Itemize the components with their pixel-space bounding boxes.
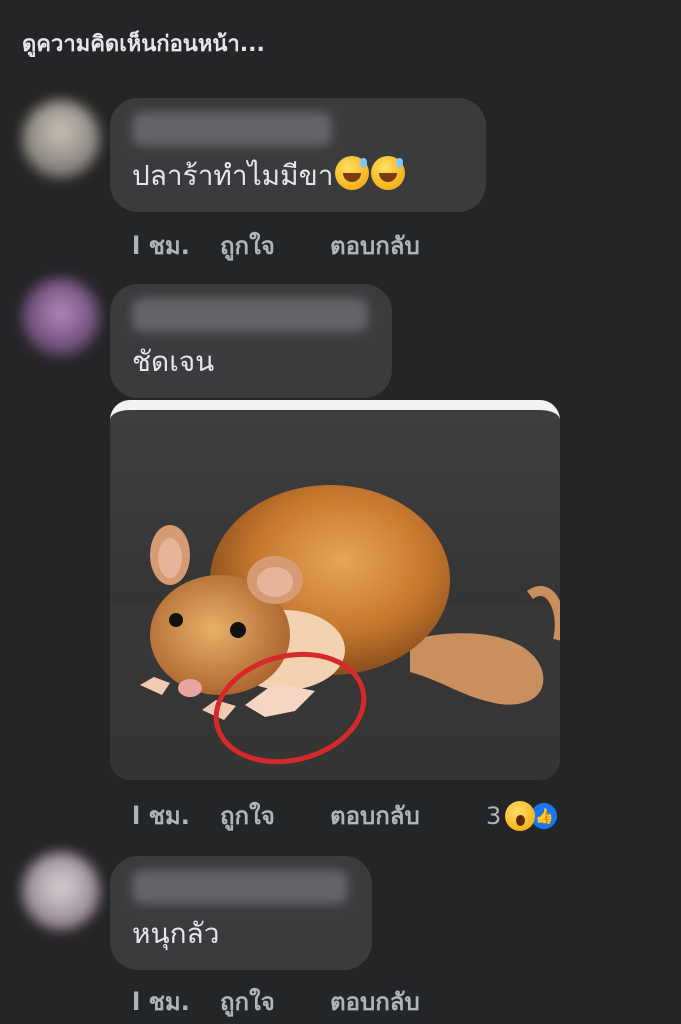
grinning-sweat-emoji: [371, 156, 406, 190]
avatar[interactable]: [22, 278, 100, 356]
comment-actions: l ชม. ถูกใจ ตอบกลับ: [132, 226, 480, 265]
reply-button[interactable]: ตอบกลับ: [330, 226, 480, 265]
like-button[interactable]: ถูกใจ: [220, 796, 330, 835]
comment-author-name[interactable]: [132, 112, 332, 146]
comment-timestamp[interactable]: l ชม.: [132, 982, 220, 1021]
comment-actions: l ชม. ถูกใจ ตอบกลับ: [132, 982, 480, 1021]
reaction-count: 3: [486, 801, 502, 830]
comment-actions: l ชม. ถูกใจ ตอบกลับ 3 👍: [132, 796, 560, 835]
comment-author-name[interactable]: [132, 298, 368, 332]
comment-bubble: ปลาร้าทำไมมีขา: [110, 98, 486, 212]
reaction-summary[interactable]: 3 👍: [486, 800, 560, 831]
wow-icon: [505, 800, 536, 831]
view-previous-comments-link[interactable]: ดูความคิดเห็นก่อนหน้า...: [22, 26, 265, 61]
reply-button[interactable]: ตอบกลับ: [330, 796, 486, 835]
comment-photo-attachment[interactable]: [110, 400, 560, 780]
avatar[interactable]: [22, 852, 100, 930]
comment-bubble: ชัดเจน: [110, 284, 392, 398]
grinning-sweat-emoji: [335, 156, 370, 190]
like-button[interactable]: ถูกใจ: [220, 982, 330, 1021]
comment-timestamp[interactable]: l ชม.: [132, 796, 220, 835]
comment-author-name[interactable]: [132, 870, 348, 904]
reply-button[interactable]: ตอบกลับ: [330, 982, 480, 1021]
comments-panel: ดูความคิดเห็นก่อนหน้า... ปลาร้าทำไมมีขา …: [0, 0, 681, 1024]
comment-bubble: หนุกลัว: [110, 856, 372, 970]
rat-image: [110, 485, 560, 780]
avatar[interactable]: [22, 100, 100, 178]
comment-text: ชัดเจน: [132, 345, 215, 378]
comment-text: ปลาร้าทำไมมีขา: [132, 154, 462, 198]
comment-text: หนุกลัว: [132, 917, 220, 950]
comment-timestamp[interactable]: l ชม.: [132, 226, 220, 265]
like-button[interactable]: ถูกใจ: [220, 226, 330, 265]
